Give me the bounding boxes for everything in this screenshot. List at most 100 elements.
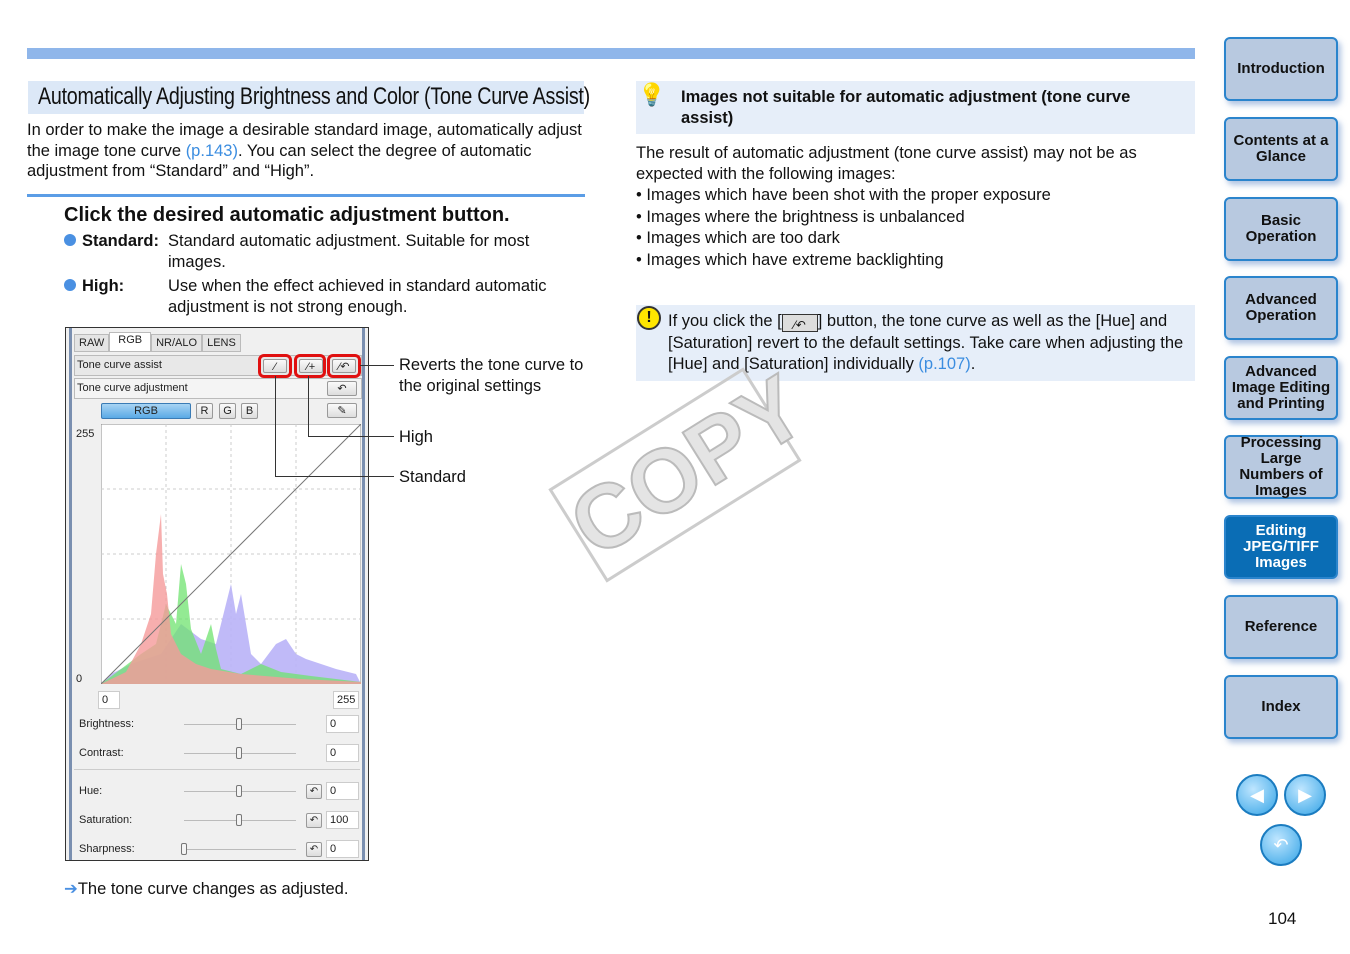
sidebar-item-label: Introduction [1237,60,1325,77]
slider-thumb[interactable] [236,718,242,730]
tab-bar: RAW RGB NR/ALO LENS [74,332,241,352]
tab-raw[interactable]: RAW [74,334,110,352]
tip-heading: Images not suitable for automatic adjust… [681,88,1131,127]
channel-r-button[interactable]: R [196,403,213,419]
reset-button[interactable]: ↶ [306,784,322,799]
sidebar-item-label: Basic Operation [1245,212,1317,245]
sidebar-item[interactable]: Advanced Image Editing and Printing [1224,356,1338,420]
step-heading: Click the desired automatic adjustment b… [64,204,510,226]
sidebar-item-label: Advanced Image Editing and Printing [1231,363,1331,412]
option-desc: Standard automatic adjustment. Suitable … [168,232,530,271]
callout-line [308,376,309,437]
sidebar-item-label: Index [1261,698,1301,715]
next-page-button[interactable]: ▶ [1284,774,1326,816]
intro-paragraph: In order to make the image a desirable s… [27,120,587,182]
sidebar-item[interactable]: Introduction [1224,37,1338,101]
channel-b-button[interactable]: B [241,403,258,419]
tip-text: The result of automatic adjustment (tone… [636,144,1137,183]
sidebar-item[interactable]: Processing Large Numbers of Images [1224,435,1338,499]
highlight-ring [258,354,292,378]
input-level-field[interactable]: 0 [98,691,120,709]
section-divider [27,194,585,197]
option-label: High: [82,277,125,295]
tip-bullet: • Images which have been shot with the p… [636,186,1051,204]
page-number: 104 [1268,909,1297,928]
slider-thumb[interactable] [181,843,187,855]
tab-rgb[interactable]: RGB [109,332,152,352]
header-bar [27,48,1195,59]
callout-high: High [399,428,433,446]
lightbulb-icon: 💡 [638,82,666,107]
sidebar-item[interactable]: Basic Operation [1224,197,1338,261]
slider-label: Hue: [79,785,103,797]
sidebar-item[interactable]: Contents at a Glance [1224,117,1338,181]
y-min-label: 0 [76,673,83,685]
callout-line [275,476,394,477]
slider-label: Brightness: [79,718,135,730]
copy-watermark: COPY [548,356,824,583]
page-link[interactable]: (p.143) [186,142,238,160]
highlight-ring [294,354,326,378]
callout-line [308,436,394,437]
callout-standard: Standard [399,468,466,486]
tip-bullet: • Images which are too dark [636,229,840,247]
value-field[interactable]: 0 [326,715,359,733]
sidebar-item[interactable]: Reference [1224,595,1338,659]
slider-label: Saturation: [79,814,133,826]
sidebar-item-label: Advanced Operation [1245,291,1317,324]
slider-thumb[interactable] [236,785,242,797]
tone-curve-adjustment-label: Tone curve adjustment [77,382,188,394]
revert-button-icon: ⁄↶ [781,314,818,332]
slider-label: Contrast: [79,747,124,759]
value-field[interactable]: 0 [326,744,359,762]
tone-curve-graph[interactable] [101,424,361,684]
sidebar-item-label: Contents at a Glance [1233,132,1329,165]
arrow-icon: ➔ [64,880,78,898]
channel-g-button[interactable]: G [219,403,236,419]
reset-curve-button[interactable]: ↶ [327,381,357,396]
callout-line [360,365,394,366]
sidebar-item[interactable]: Editing JPEG/TIFF Images [1224,515,1338,579]
callout-line [275,376,276,477]
highlight-ring [327,354,361,378]
output-level-field[interactable]: 255 [333,691,359,709]
slider-thumb[interactable] [236,814,242,826]
bullet-icon [64,279,76,291]
value-field[interactable]: 0 [326,782,359,800]
warning-icon: ! [637,306,661,330]
tip-body: The result of automatic adjustment (tone… [636,143,1196,270]
slider-label: Sharpness: [79,843,135,855]
value-field[interactable]: 100 [326,811,359,829]
result-note: ➔The tone curve changes as adjusted. [64,879,348,900]
bullet-icon [64,234,76,246]
previous-page-button[interactable]: ◀ [1236,774,1278,816]
channel-rgb-button[interactable]: RGB [101,403,191,419]
tab-lens[interactable]: LENS [202,334,241,352]
eyedropper-button[interactable]: ✎ [327,403,357,418]
sidebar-item-label: Processing Large Numbers of Images [1239,434,1323,499]
sidebar-item-label: Reference [1244,618,1318,635]
tone-curve-panel: RAW RGB NR/ALO LENS Tone curve assist ⁄ … [65,327,369,861]
sidebar-item-label: Editing JPEG/TIFF Images [1243,522,1319,571]
reset-button[interactable]: ↶ [306,813,322,828]
slider-track[interactable] [184,849,296,850]
back-button[interactable]: ↶ [1260,824,1302,866]
caution-text-3: . [970,355,976,373]
option-standard: Standard: Standard automatic adjustment. … [64,231,584,317]
result-text: The tone curve changes as adjusted. [77,880,349,898]
page-link[interactable]: (p.107) [918,355,970,373]
page-title: Automatically Adjusting Brightness and C… [38,83,590,110]
caution-text-1: If you click the [ [668,312,782,330]
reset-button[interactable]: ↶ [306,842,322,857]
slider-thumb[interactable] [236,747,242,759]
tip-bullet: • Images which have extreme backlighting [636,250,944,269]
option-label: Standard: [82,232,160,250]
tab-nr-alo[interactable]: NR/ALO [151,334,203,352]
callout-revert: Reverts the tone curve to the original s… [399,356,584,395]
sidebar-item[interactable]: Advanced Operation [1224,276,1338,340]
sidebar-item[interactable]: Index [1224,675,1338,739]
tip-bullet: • Images where the brightness is unbalan… [636,207,965,226]
value-field[interactable]: 0 [326,840,359,858]
tone-curve-assist-label: Tone curve assist [77,359,162,371]
caution-text: If you click the [⁄↶] button, the tone c… [668,311,1188,376]
